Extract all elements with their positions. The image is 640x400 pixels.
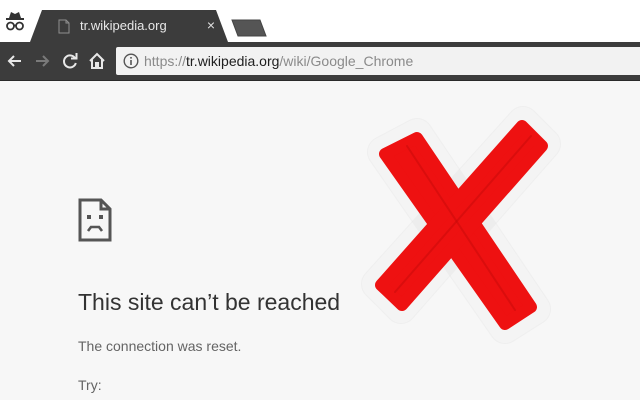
incognito-icon — [6, 12, 24, 31]
url-scheme: https:// — [144, 53, 187, 69]
address-bar[interactable]: https://tr.wikipedia.org/wiki/Google_Chr… — [116, 47, 640, 75]
tab-close-icon[interactable]: × — [204, 17, 218, 33]
red-x-icon — [361, 106, 561, 344]
info-icon[interactable] — [123, 53, 139, 69]
page-favicon-icon — [58, 19, 70, 34]
url-host: tr.wikipedia.org — [186, 53, 280, 69]
browser-toolbar: https://tr.wikipedia.org/wiki/Google_Chr… — [0, 42, 640, 81]
tab-strip: tr.wikipedia.org × — [0, 0, 640, 42]
error-try-label: Try: — [78, 377, 102, 393]
tab-title: tr.wikipedia.org — [80, 18, 167, 33]
error-detail: The connection was reset. — [78, 338, 242, 354]
forward-arrow-icon[interactable] — [32, 51, 52, 71]
browser-tab[interactable]: tr.wikipedia.org × — [30, 10, 228, 42]
reload-icon[interactable] — [60, 51, 80, 71]
url-path: /wiki/Google_Chrome — [279, 53, 414, 69]
back-arrow-icon[interactable] — [5, 51, 25, 71]
error-heading: This site can’t be reached — [78, 289, 341, 315]
home-icon[interactable] — [87, 51, 107, 71]
sad-page-icon — [78, 198, 112, 242]
new-tab-button[interactable] — [229, 19, 269, 37]
url-text: https://tr.wikipedia.org/wiki/Google_Chr… — [144, 53, 413, 69]
